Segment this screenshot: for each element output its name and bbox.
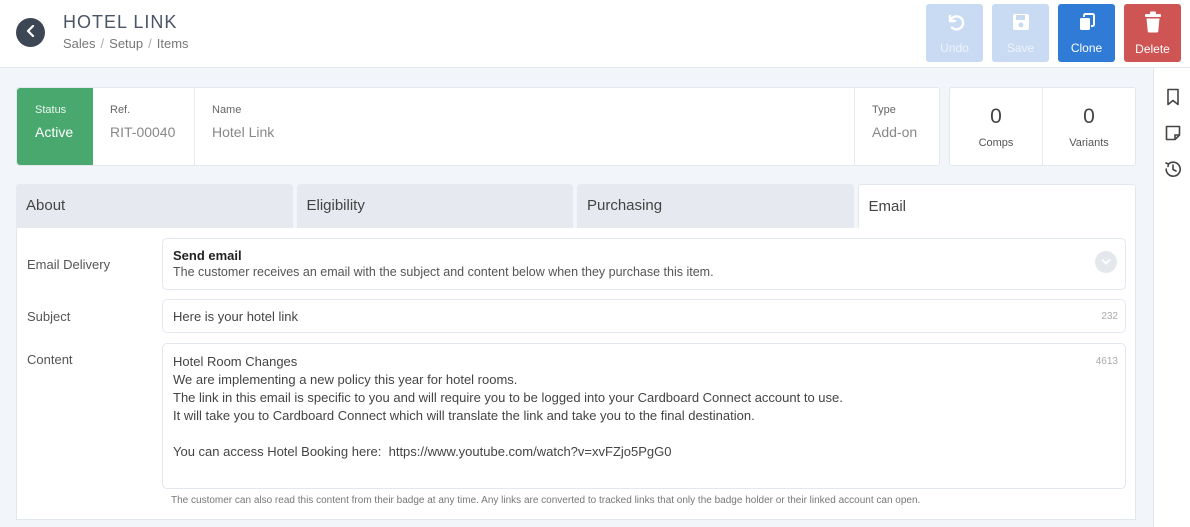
right-sidebar — [1153, 68, 1190, 527]
status-label: Status — [35, 104, 67, 116]
breadcrumb-separator: / — [148, 36, 152, 51]
breadcrumb-items[interactable]: Items — [157, 36, 189, 51]
comps-value: 0 — [990, 104, 1002, 128]
undo-icon — [945, 12, 965, 35]
floppy-disk-icon — [1011, 12, 1031, 35]
breadcrumb-setup[interactable]: Setup — [109, 36, 143, 51]
comps-count[interactable]: 0 Comps — [950, 88, 1043, 165]
type-cell: Type Add-on — [855, 88, 939, 165]
delete-label: Delete — [1135, 41, 1170, 56]
content-line: Hotel Room Changes — [173, 354, 298, 369]
note-icon[interactable] — [1163, 123, 1183, 143]
content-textarea[interactable]: 4613 Hotel Room Changes We are implement… — [162, 343, 1126, 489]
delivery-option-description: The customer receives an email with the … — [173, 265, 714, 279]
chevron-down-icon[interactable] — [1095, 251, 1117, 273]
type-label: Type — [872, 104, 896, 116]
content-line: It will take you to Cardboard Connect wh… — [173, 408, 755, 423]
clone-label: Clone — [1070, 40, 1103, 55]
delete-button[interactable]: Delete — [1124, 4, 1181, 62]
undo-button[interactable]: Undo — [926, 4, 983, 62]
breadcrumb-sales[interactable]: Sales — [63, 36, 96, 51]
ref-label: Ref. — [110, 104, 131, 116]
content-label: Content — [27, 352, 73, 367]
subject-value: Here is your hotel link — [173, 309, 298, 324]
content-line: We are implementing a new policy this ye… — [173, 372, 518, 387]
tab-purchasing[interactable]: Purchasing — [577, 184, 854, 229]
page-title: HOTEL LINK — [63, 12, 178, 32]
variants-label: Variants — [1069, 136, 1109, 149]
subject-label: Subject — [27, 309, 71, 324]
content-line: You can access Hotel Booking here: https… — [173, 444, 672, 459]
subject-char-counter: 232 — [1101, 311, 1118, 322]
bookmark-icon[interactable] — [1163, 87, 1183, 107]
name-cell[interactable]: Name Hotel Link — [195, 88, 855, 165]
counts-card: 0 Comps 0 Variants — [949, 87, 1136, 166]
status-cell[interactable]: Status Active — [17, 88, 93, 165]
status-value: Active — [35, 124, 74, 140]
copy-icon — [1077, 12, 1097, 35]
save-label: Save — [1006, 40, 1035, 55]
trash-icon — [1143, 11, 1163, 36]
back-button[interactable] — [16, 18, 45, 47]
variants-value: 0 — [1083, 104, 1095, 128]
breadcrumb-separator: / — [100, 36, 105, 51]
name-label: Name — [212, 104, 242, 116]
tab-email[interactable]: Email — [857, 184, 1136, 229]
tab-about[interactable]: About — [16, 184, 293, 229]
ref-cell: Ref. RIT-00040 — [93, 88, 195, 165]
page-header: HOTEL LINK Sales / Setup / Items Undo Sa… — [0, 0, 1190, 68]
tab-bar: About Eligibility Purchasing Email — [16, 184, 1136, 229]
action-toolbar: Undo Save Clone Delete — [926, 4, 1181, 62]
type-value: Add-on — [872, 124, 918, 140]
content-line — [173, 425, 1115, 443]
clone-button[interactable]: Clone — [1058, 4, 1115, 62]
tab-eligibility[interactable]: Eligibility — [296, 184, 573, 229]
content-help-text: The customer can also read this content … — [171, 495, 921, 506]
save-button[interactable]: Save — [992, 4, 1049, 62]
email-delivery-select[interactable]: Send email The customer receives an emai… — [162, 238, 1126, 290]
email-delivery-label: Email Delivery — [27, 257, 111, 272]
delivery-option-title: Send email — [173, 248, 242, 263]
chevron-left-icon — [26, 24, 36, 42]
email-panel: Email Delivery Send email The customer r… — [16, 228, 1136, 520]
content-char-counter: 4613 — [1095, 356, 1118, 367]
ref-value: RIT-00040 — [110, 124, 176, 140]
comps-label: Comps — [978, 136, 1014, 149]
history-icon[interactable] — [1163, 159, 1183, 179]
content-line: The link in this email is specific to yo… — [173, 390, 843, 405]
variants-count[interactable]: 0 Variants — [1043, 88, 1135, 165]
name-value: Hotel Link — [212, 124, 275, 140]
item-info-card: Status Active Ref. RIT-00040 Name Hotel … — [16, 87, 940, 166]
subject-input[interactable]: Here is your hotel link 232 — [162, 299, 1126, 333]
undo-label: Undo — [940, 40, 969, 55]
breadcrumb: Sales / Setup / Items — [63, 36, 189, 51]
